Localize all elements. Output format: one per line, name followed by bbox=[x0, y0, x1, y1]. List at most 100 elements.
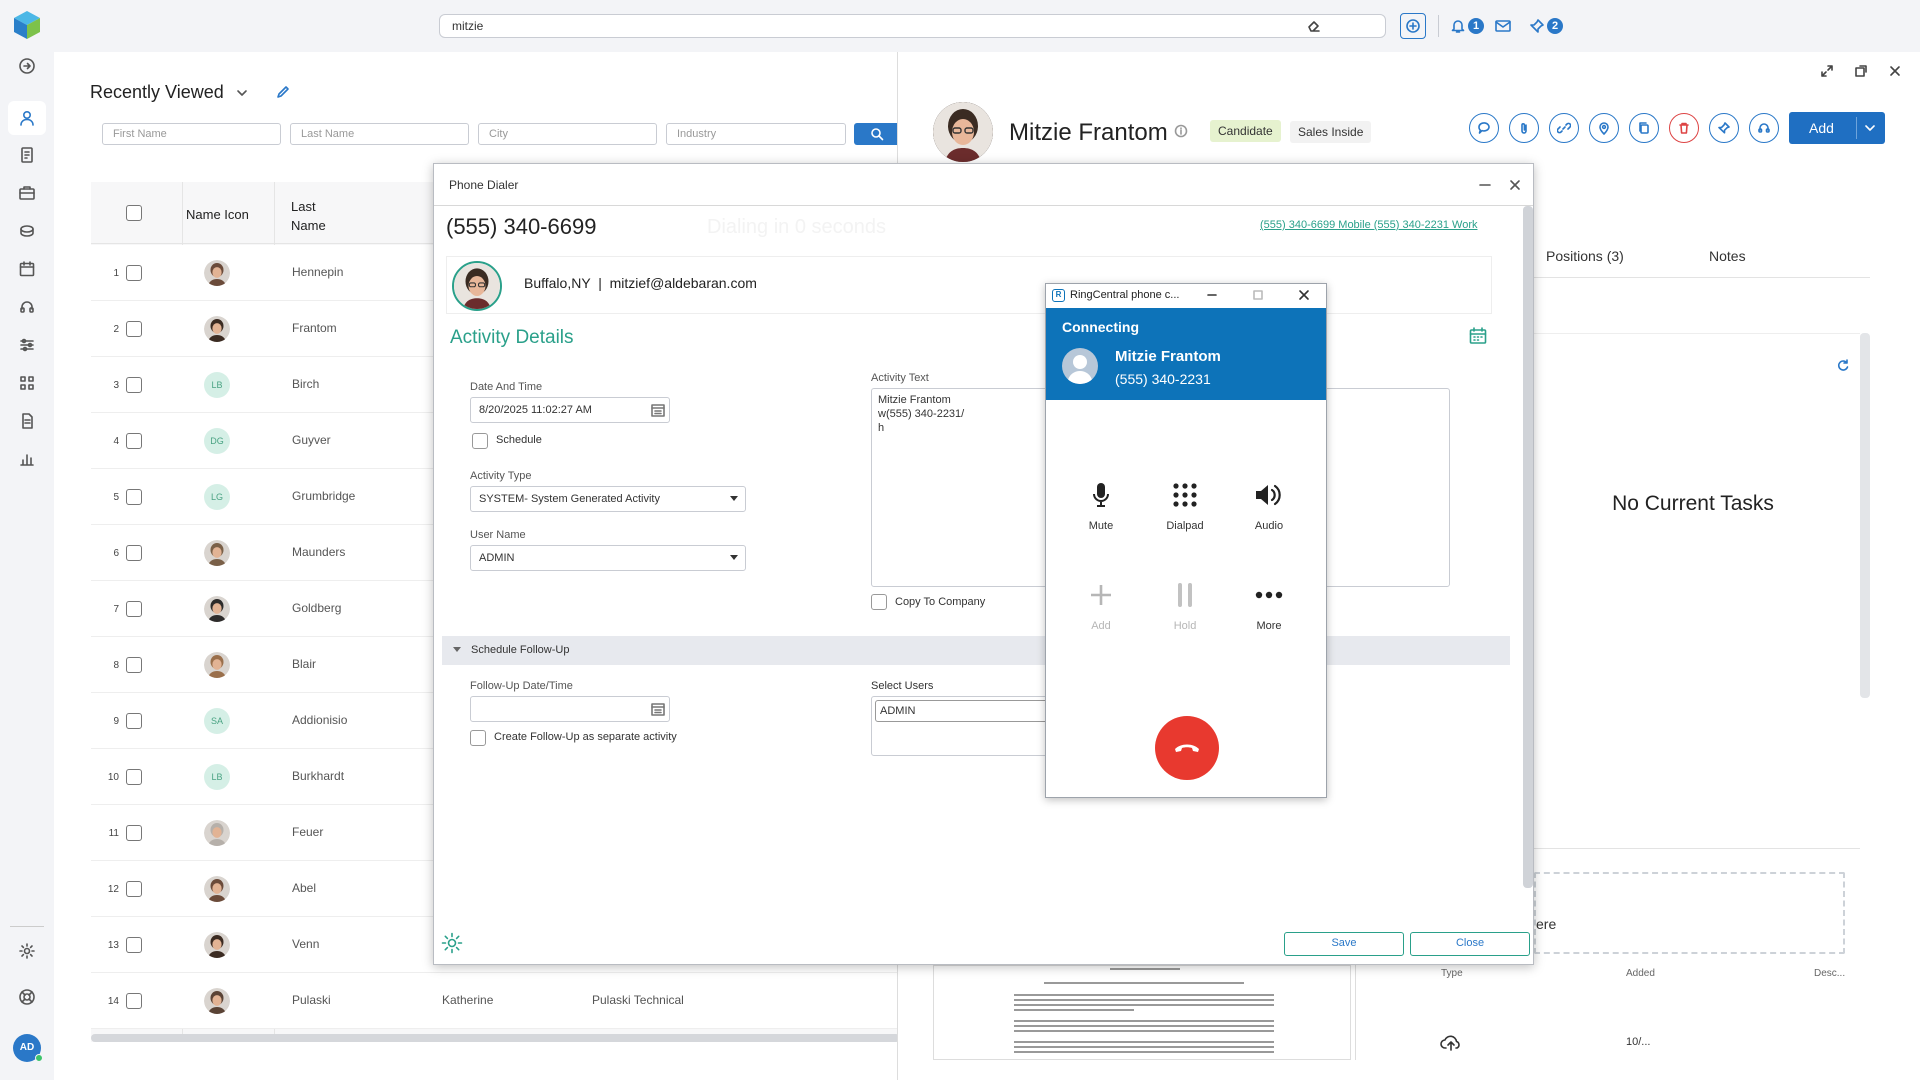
maximize-icon[interactable] bbox=[1252, 289, 1264, 301]
row-checkbox[interactable] bbox=[126, 321, 142, 337]
industry-filter[interactable]: Industry bbox=[666, 123, 846, 145]
tab-notes[interactable]: Notes bbox=[1709, 248, 1746, 264]
more-button[interactable]: More bbox=[1234, 578, 1304, 632]
pin-record-icon[interactable] bbox=[1709, 113, 1739, 143]
clear-eraser-icon[interactable] bbox=[1306, 18, 1322, 34]
activity-type-select[interactable]: SYSTEM- System Generated Activity bbox=[470, 486, 746, 512]
delete-trash-icon[interactable] bbox=[1669, 113, 1699, 143]
close-panel-icon[interactable] bbox=[1888, 64, 1902, 78]
add-circle-button[interactable] bbox=[1400, 13, 1426, 39]
chevron-down-icon[interactable] bbox=[235, 86, 249, 100]
row-checkbox[interactable] bbox=[126, 881, 142, 897]
row-checkbox[interactable] bbox=[126, 825, 142, 841]
last-name-cell[interactable]: Maunders bbox=[292, 545, 345, 559]
refresh-icon[interactable] bbox=[1836, 358, 1850, 372]
user-name-select[interactable]: ADMIN bbox=[470, 545, 746, 571]
row-checkbox[interactable] bbox=[126, 657, 142, 673]
last-name-cell[interactable]: Addionisio bbox=[292, 713, 347, 727]
chat-icon[interactable] bbox=[1469, 113, 1499, 143]
hierarchy-icon[interactable] bbox=[14, 370, 40, 396]
save-button[interactable]: Save bbox=[1284, 932, 1404, 956]
last-name-cell[interactable]: Venn bbox=[292, 937, 319, 951]
deals-icon[interactable] bbox=[14, 218, 40, 244]
last-name-filter[interactable]: Last Name bbox=[290, 123, 469, 145]
last-name-cell[interactable]: Blair bbox=[292, 657, 316, 671]
briefcase-icon[interactable] bbox=[14, 180, 40, 206]
last-name-cell[interactable]: Grumbridge bbox=[292, 489, 355, 503]
row-checkbox[interactable] bbox=[126, 769, 142, 785]
row-checkbox[interactable] bbox=[126, 545, 142, 561]
expand-icon[interactable] bbox=[1820, 64, 1834, 78]
audio-button[interactable]: Audio bbox=[1234, 478, 1304, 532]
first-name-filter[interactable]: First Name bbox=[102, 123, 281, 145]
last-name-cell[interactable]: Guyver bbox=[292, 433, 331, 447]
cloud-upload-icon[interactable] bbox=[1440, 1033, 1462, 1051]
row-checkbox[interactable] bbox=[126, 433, 142, 449]
support-icon[interactable] bbox=[1749, 113, 1779, 143]
close-icon[interactable] bbox=[1508, 178, 1522, 192]
hold-button[interactable]: Hold bbox=[1150, 578, 1220, 632]
minimize-icon[interactable] bbox=[1206, 289, 1218, 301]
dialpad-button[interactable]: Dialpad bbox=[1150, 478, 1220, 532]
chevron-down-icon[interactable] bbox=[1863, 121, 1877, 135]
schedule-checkbox[interactable] bbox=[472, 433, 488, 449]
contacts-icon[interactable] bbox=[8, 101, 46, 135]
mute-button[interactable]: Mute bbox=[1066, 478, 1136, 532]
popout-icon[interactable] bbox=[1854, 64, 1868, 78]
separate-activity-checkbox[interactable] bbox=[470, 730, 486, 746]
select-all-checkbox[interactable] bbox=[126, 205, 142, 221]
link-icon[interactable] bbox=[1549, 113, 1579, 143]
column-name-icon[interactable]: Name Icon bbox=[186, 207, 249, 222]
companies-icon[interactable] bbox=[14, 142, 40, 168]
reports-icon[interactable] bbox=[14, 446, 40, 472]
table-row[interactable]: 14 Pulaski Katherine Pulaski Technical bbox=[91, 973, 900, 1029]
dialer-scrollbar[interactable] bbox=[1523, 206, 1533, 888]
search-button[interactable] bbox=[854, 123, 900, 145]
add-call-button[interactable]: Add bbox=[1066, 578, 1136, 632]
copy-to-company-checkbox[interactable] bbox=[871, 594, 887, 610]
document-icon[interactable] bbox=[14, 408, 40, 434]
info-icon[interactable] bbox=[1174, 124, 1188, 138]
column-added[interactable]: Added bbox=[1626, 968, 1655, 979]
resume-preview-thumbnail[interactable] bbox=[933, 965, 1351, 1060]
column-last-name[interactable]: Last Name bbox=[291, 197, 326, 235]
settings-gear-icon[interactable] bbox=[14, 938, 40, 964]
row-checkbox[interactable] bbox=[126, 377, 142, 393]
column-type[interactable]: Type bbox=[1441, 968, 1463, 979]
column-description[interactable]: Desc... bbox=[1814, 968, 1845, 979]
location-pin-icon[interactable] bbox=[1589, 113, 1619, 143]
edit-pencil-icon[interactable] bbox=[275, 84, 291, 100]
follow-up-date-input[interactable] bbox=[470, 696, 670, 722]
last-name-cell[interactable]: Burkhardt bbox=[292, 769, 344, 783]
copy-icon[interactable] bbox=[1629, 113, 1659, 143]
minimize-icon[interactable] bbox=[1478, 178, 1492, 192]
hang-up-button[interactable] bbox=[1155, 716, 1219, 780]
phone-links[interactable]: (555) 340-6699 Mobile (555) 340-2231 Wor… bbox=[1260, 219, 1477, 231]
calendar-icon[interactable] bbox=[14, 256, 40, 282]
last-name-cell[interactable]: Abel bbox=[292, 881, 316, 895]
file-drop-zone[interactable]: ere bbox=[1534, 872, 1845, 954]
pins-button[interactable]: 2 bbox=[1529, 13, 1563, 39]
row-checkbox[interactable] bbox=[126, 489, 142, 505]
row-checkbox[interactable] bbox=[126, 713, 142, 729]
add-record-button[interactable]: Add bbox=[1789, 112, 1885, 144]
headset-icon[interactable] bbox=[14, 294, 40, 320]
horizontal-scrollbar[interactable] bbox=[91, 1034, 900, 1042]
calendar-picker-icon[interactable] bbox=[650, 701, 666, 717]
notifications-button[interactable]: 1 bbox=[1450, 13, 1484, 39]
help-lifebuoy-icon[interactable] bbox=[14, 984, 40, 1010]
date-time-input[interactable]: 8/20/2025 11:02:27 AM bbox=[470, 397, 670, 423]
calendar-icon[interactable] bbox=[1468, 326, 1488, 346]
row-checkbox[interactable] bbox=[126, 601, 142, 617]
row-checkbox[interactable] bbox=[126, 937, 142, 953]
tab-positions[interactable]: Positions (3) bbox=[1546, 248, 1624, 264]
calendar-picker-icon[interactable] bbox=[650, 402, 666, 418]
schedule-follow-up-header[interactable]: Schedule Follow-Up bbox=[442, 636, 1510, 665]
mail-icon[interactable] bbox=[1494, 13, 1512, 39]
close-button[interactable]: Close bbox=[1410, 932, 1530, 956]
last-name-cell[interactable]: Feuer bbox=[292, 825, 323, 839]
list-title[interactable]: Recently Viewed bbox=[90, 82, 224, 103]
global-search-input[interactable]: mitzie bbox=[439, 14, 1386, 38]
last-name-cell[interactable]: Goldberg bbox=[292, 601, 341, 615]
last-name-cell[interactable]: Hennepin bbox=[292, 265, 343, 279]
